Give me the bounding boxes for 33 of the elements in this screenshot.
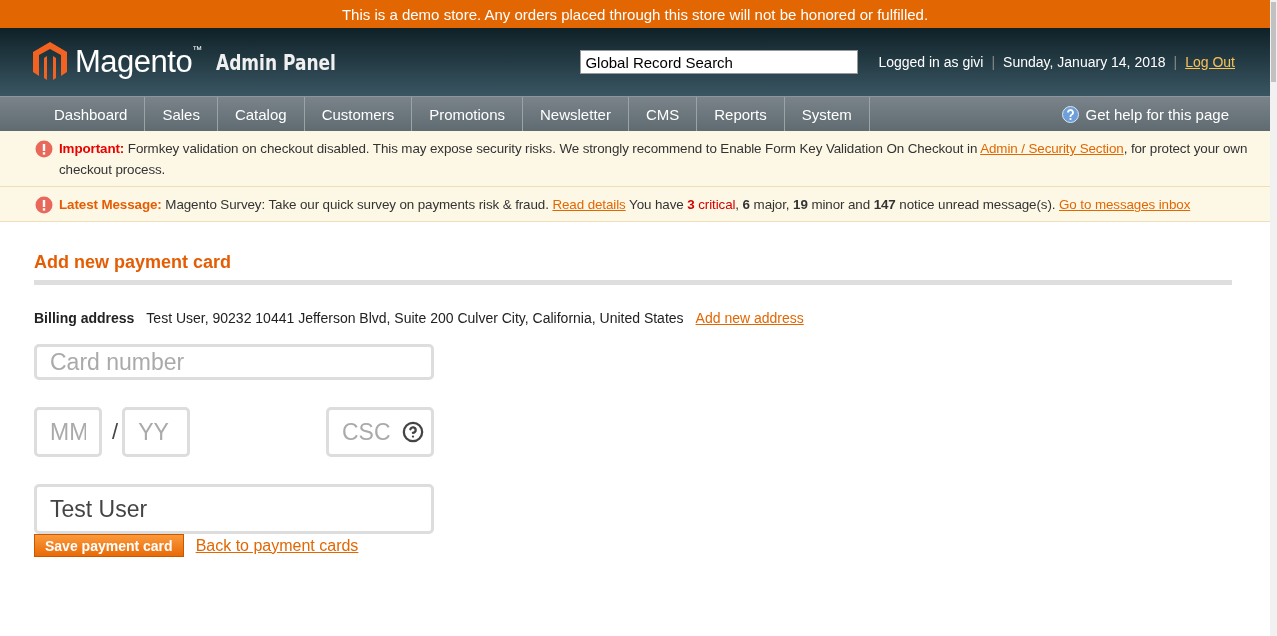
back-link[interactable]: Back to payment cards: [195, 536, 359, 555]
separator: |: [991, 54, 996, 70]
demo-banner: This is a demo store. Any orders placed through this store will not be honored or fulfilled.: [0, 0, 1270, 28]
save-button[interactable]: Save payment card: [34, 534, 184, 557]
card-number-field[interactable]: Card number: [34, 344, 434, 380]
notice-link[interactable]: Go to messages inbox: [1059, 197, 1191, 212]
notice-link[interactable]: Read details: [552, 197, 626, 212]
billing-label: Billing address: [34, 310, 135, 326]
separator: |: [1173, 54, 1178, 70]
notice-text: Latest Message: Magento Survey: Take our quick survey on payments risk & fraud. Read details You have 3 critical, 6 major, 19 minor and 147 notice unread message(s). Go to messages inbox: [59, 196, 1191, 214]
date-label: Sunday, January 14, 2018: [1003, 54, 1166, 70]
help-icon: [1061, 105, 1079, 123]
help-icon[interactable]: [402, 421, 424, 443]
csc-field[interactable]: CSC: [326, 407, 434, 457]
page-title: Add new payment card: [34, 252, 1232, 285]
logout-link[interactable]: Log Out: [1185, 54, 1235, 70]
search-field[interactable]: Global Record Search: [580, 50, 859, 74]
logo-icon: [33, 42, 67, 82]
alert-icon: [35, 140, 53, 158]
help-link[interactable]: Get help for this page: [1061, 97, 1229, 131]
notice-text: Important: Formkey validation on checkout disabled. This may expose security risks. We strongly recommend to Enable Form Key Validation On Checkout in Admin / Security Section, for protect your own checkout process.: [59, 140, 1249, 179]
billing-address: Test User, 90232 10441 Jefferson Blvd, Suite 200 Culver City, California, United States: [146, 310, 684, 326]
add-address-link[interactable]: Add new address: [695, 310, 804, 326]
logo-text: Magento™: [75, 44, 202, 80]
notice-link[interactable]: Admin / Security Section: [980, 141, 1124, 156]
alert-icon: [35, 196, 53, 214]
date-separator: /: [112, 419, 119, 445]
scrollbar[interactable]: [1270, 0, 1277, 636]
user-label: Logged in as givi: [878, 54, 984, 70]
logo-subtitle: Admin Panel: [215, 49, 336, 75]
year-field[interactable]: YY: [122, 407, 191, 457]
cardholder-field[interactable]: Test User: [34, 484, 434, 534]
month-field[interactable]: MM: [34, 407, 102, 457]
